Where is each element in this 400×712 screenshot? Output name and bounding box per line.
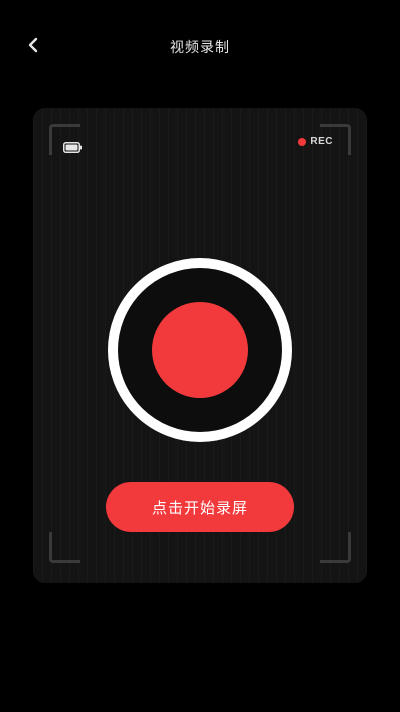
record-button[interactable]: [108, 258, 292, 442]
rec-dot-icon: [298, 137, 307, 146]
camera-viewfinder: REC 点击开始录屏: [33, 108, 367, 583]
frame-corner-bottom-right: [320, 532, 351, 563]
page-title: 视频录制: [170, 40, 230, 56]
video-record-screen: 视频录制 REC 点击开始录屏: [0, 0, 400, 712]
record-icon: [152, 302, 248, 398]
battery-icon: [63, 138, 83, 153]
frame-corner-bottom-left: [49, 532, 80, 563]
start-recording-button[interactable]: 点击开始录屏: [106, 482, 294, 532]
rec-label: REC: [310, 136, 333, 147]
rec-indicator: REC: [298, 136, 333, 147]
